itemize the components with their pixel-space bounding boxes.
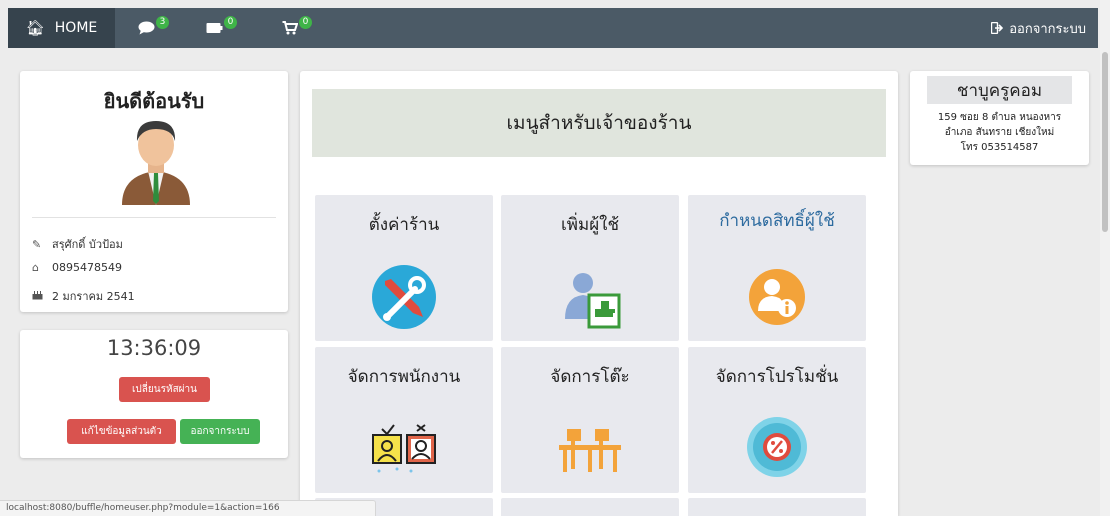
edit-profile-button[interactable]: แก้ไขข้อมูลส่วนตัว [67,419,176,444]
tile-table-management-label: จัดการโต๊ะ [550,367,630,387]
messages-count-badge: 3 [156,15,169,29]
tile-add-user-label: เพิ่มผู้ใช้ [560,215,620,235]
tile-staff-management[interactable]: จัดการพนักงาน [315,347,493,493]
home-icon: ⌂ [32,261,39,274]
clock-panel: 13:36:09 เปลี่ยนรหัสผ่าน แก้ไขข้อมูลส่วน… [20,330,288,458]
user-phone: 0895478549 [52,261,122,274]
page-scrollbar[interactable] [1100,0,1110,516]
tile-shop-settings-label: ตั้งค่าร้าน [368,215,440,235]
tv-icon [206,23,223,33]
divider [32,217,276,218]
cart-icon [282,21,298,35]
add-user-icon [565,273,621,329]
nav-logout-link[interactable]: ออกจากระบบ [991,8,1086,48]
top-navbar: 🏠︎ HOME 3 0 0 ออกจากระบบ [8,8,1098,48]
nav-tv-link[interactable]: 0 [206,8,237,48]
promotion-icon [747,417,807,477]
welcome-panel: ยินดีต้อนรับ ✎ สรุศักดิ์ บัวป้อม ⌂ 08954… [20,71,288,312]
logout-button[interactable]: ออกจากระบบ [180,419,260,444]
home-icon: 🏠︎ [25,19,45,37]
store-address-line1: 159 ซอย 8 ตำบล หนองหาร [937,112,1062,123]
tile-promotion-management[interactable]: จัดการโปรโมชั่น [688,347,866,493]
logout-icon [991,22,1004,34]
pencil-icon: ✎ [32,237,42,251]
tools-icon [372,265,436,329]
tile-table-management[interactable]: จัดการโต๊ะ [501,347,679,493]
tile-staff-management-label: จัดการพนักงาน [347,367,461,387]
tile-user-permission[interactable]: กำหนดสิทธิ์ผู้ใช้ [688,195,866,341]
store-info-panel: ชาบูครูคอม 159 ซอย 8 ตำบล หนองหาร อำเภอ … [910,71,1089,165]
user-permission-icon [749,269,805,325]
user-name-row: ✎ สรุศักดิ์ บัวป้อม [32,235,123,253]
user-phone-row: ⌂ 0895478549 [32,261,122,274]
status-bar-url: localhost:8080/buffle/homeuser.php?modul… [0,500,376,516]
change-password-button[interactable]: เปลี่ยนรหัสผ่าน [119,377,210,402]
tile-add-user[interactable]: เพิ่มผู้ใช้ [501,195,679,341]
tile-more-3[interactable] [688,498,866,516]
tile-shop-settings[interactable]: ตั้งค่าร้าน [315,195,493,341]
tile-promotion-management-label: จัดการโปรโมชั่น [715,367,839,387]
nav-cart-link[interactable]: 0 [282,8,312,48]
clock-time: 13:36:09 [106,336,202,360]
nav-logout-label: ออกจากระบบ [1009,21,1086,37]
nav-home-link[interactable]: 🏠︎ HOME [8,8,115,48]
table-icon [559,429,621,472]
avatar [122,121,190,205]
user-name: สรุศักดิ์ บัวป้อม [52,238,123,251]
cart-count-badge: 0 [299,15,312,29]
store-name: ชาบูครูคอม [927,76,1072,104]
nav-messages-link[interactable]: 3 [138,8,169,48]
scrollbar-thumb[interactable] [1102,52,1108,232]
user-birthdate-row: 2 มกราคม 2541 [32,287,135,305]
birthday-cake-icon [32,289,52,303]
chat-icon [138,21,155,35]
staff-icon [372,424,436,473]
tile-user-permission-label: กำหนดสิทธิ์ผู้ใช้ [719,211,835,231]
nav-home-label: HOME [54,20,98,36]
menu-header: เมนูสำหรับเจ้าของร้าน [312,89,886,157]
tile-more-2[interactable] [501,498,679,516]
tv-count-badge: 0 [224,15,237,29]
store-address-line2: อำเภอ สันทราย เชียงใหม่ [944,127,1055,138]
store-phone: โทร 053514587 [960,142,1039,153]
user-birthdate: 2 มกราคม 2541 [52,290,135,303]
